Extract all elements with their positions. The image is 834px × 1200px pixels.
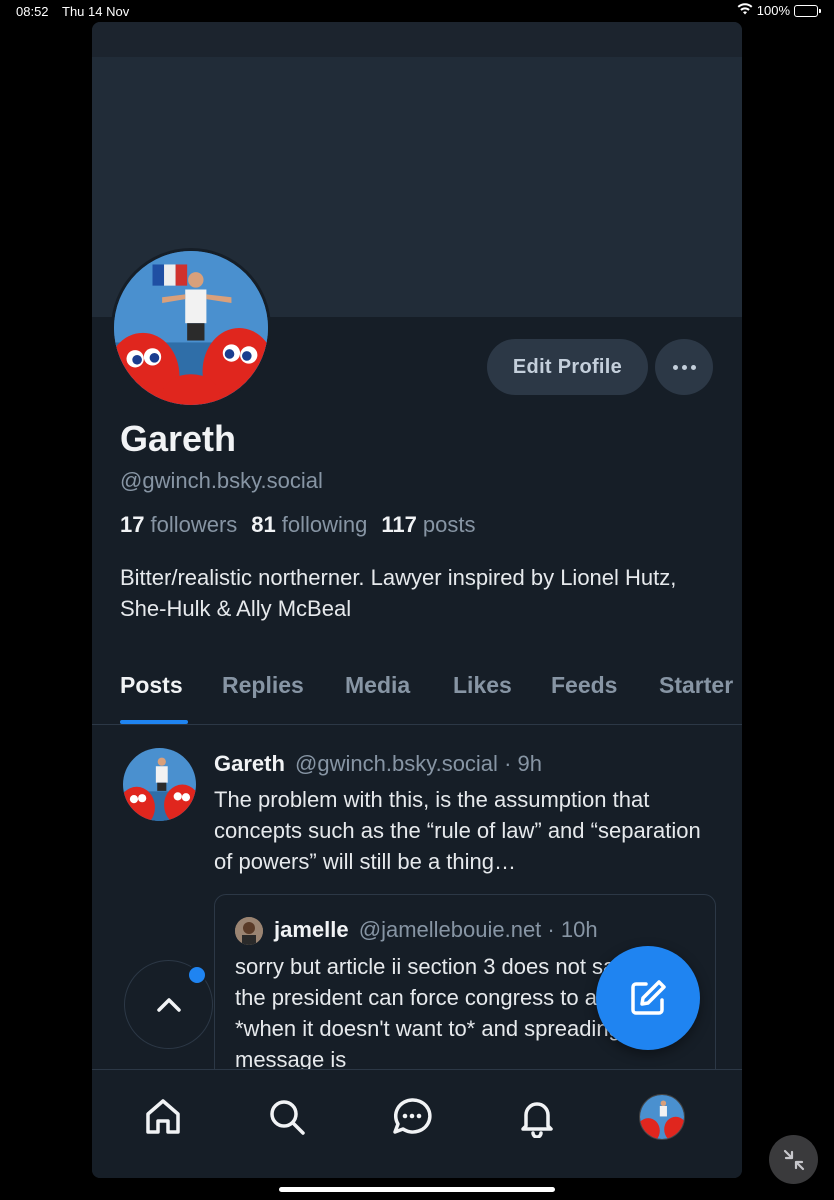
minimize-arrows-icon: [783, 1149, 804, 1170]
active-tab-indicator: [120, 720, 188, 724]
more-options-button[interactable]: [655, 339, 713, 395]
home-indicator[interactable]: [279, 1187, 555, 1192]
tab-media[interactable]: Media: [345, 672, 410, 699]
followers-label: followers: [150, 512, 238, 537]
profile-stats: 17 followers 81 following 117 posts: [120, 512, 475, 538]
notifications-bell-icon: [521, 1102, 553, 1138]
quoted-post-header: jamelle @jamellebouie.net · 10h: [274, 917, 598, 943]
edit-profile-button[interactable]: Edit Profile: [487, 339, 648, 395]
chat-icon: [393, 1098, 432, 1134]
post-author-handle[interactable]: @gwinch.bsky.social: [295, 751, 498, 776]
posts-stat: 117 posts: [381, 512, 475, 538]
status-time: 08:52: [16, 4, 49, 19]
status-right: 100%: [737, 3, 821, 18]
profile-display-name: Gareth: [120, 418, 237, 459]
nav-profile[interactable]: [639, 1094, 685, 1140]
followers-count: 17: [120, 512, 145, 537]
post-text: The problem with this, is the assumption…: [214, 787, 701, 874]
profile-tabs: Posts Replies Media Likes Feeds Starter: [92, 658, 742, 725]
following-link[interactable]: 81 following: [251, 512, 367, 538]
posts-label: posts: [422, 512, 476, 537]
tab-likes[interactable]: Likes: [453, 672, 512, 699]
status-date: Thu 14 Nov: [62, 4, 130, 19]
tab-starter-packs[interactable]: Starter: [659, 672, 733, 699]
following-label: following: [281, 512, 368, 537]
chevron-up-icon: [156, 997, 181, 1012]
profile-avatar-tab: [639, 1094, 685, 1140]
following-count: 81: [251, 512, 276, 537]
nav-home[interactable]: [140, 1094, 186, 1140]
status-bar: 08:52 Thu 14 Nov 100%: [0, 0, 834, 24]
home-icon: [146, 1099, 180, 1134]
followers-link[interactable]: 17 followers: [120, 512, 237, 538]
post-header: Gareth @gwinch.bsky.social · 9h: [214, 751, 542, 777]
ellipsis-dot: [690, 364, 696, 370]
search-icon: [270, 1100, 305, 1135]
tab-feeds[interactable]: Feeds: [551, 672, 617, 699]
ellipsis-dot: [681, 364, 687, 370]
nav-chat[interactable]: [389, 1094, 435, 1140]
nav-notifications[interactable]: [514, 1094, 560, 1140]
tab-replies[interactable]: Replies: [222, 672, 304, 699]
post-author-avatar[interactable]: [123, 748, 196, 821]
battery-charging-icon: [794, 4, 821, 17]
minimize-window-button[interactable]: [769, 1135, 818, 1184]
profile-avatar[interactable]: [111, 248, 271, 408]
post-timestamp[interactable]: · 9h: [504, 751, 542, 776]
compose-post-button[interactable]: [596, 946, 700, 1050]
new-posts-indicator: [187, 965, 207, 985]
posts-count: 117: [381, 512, 417, 537]
top-strip: [92, 22, 742, 57]
quoted-author-name: jamelle: [274, 917, 349, 942]
post-author-name[interactable]: Gareth: [214, 751, 285, 776]
ellipsis-icon: [672, 364, 678, 370]
profile-handle: @gwinch.bsky.social: [120, 468, 323, 493]
compose-pen-icon: [631, 980, 666, 1015]
nav-search[interactable]: [264, 1094, 310, 1140]
quoted-author-handle: @jamellebouie.net: [358, 917, 542, 942]
wifi-icon: [737, 3, 753, 18]
quoted-timestamp: · 10h: [547, 917, 598, 942]
quoted-author-avatar: [235, 917, 263, 945]
battery-percent: 100%: [756, 3, 790, 18]
profile-bio: Bitter/realistic northerner. Lawyer insp…: [120, 565, 677, 621]
tab-posts[interactable]: Posts: [120, 672, 183, 699]
bottom-navigation: [92, 1069, 742, 1178]
app-window: Edit Profile Gareth @gwinch.bsky.social …: [92, 22, 742, 1178]
